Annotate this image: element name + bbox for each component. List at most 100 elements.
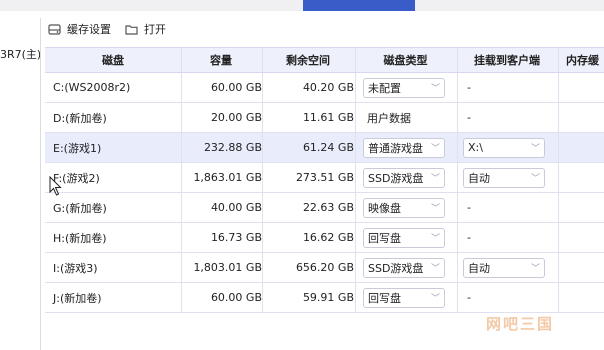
col-free-space[interactable]: 剩余空间 (262, 48, 354, 72)
chevron-down-icon: ﹀ (430, 294, 440, 304)
col-disk-type[interactable]: 磁盘类型 (355, 48, 456, 72)
free-space-value: 11.61 GB (302, 111, 354, 124)
mount-cell: - (463, 73, 555, 102)
chevron-down-icon: ﹀ (430, 234, 440, 244)
disk-name: H:(新加卷) (53, 231, 107, 245)
chevron-down-icon: ﹀ (430, 144, 440, 154)
active-tab-indicator[interactable] (303, 0, 415, 11)
cache-settings-label: 缓存设置 (67, 23, 111, 36)
disk-type-cell: 普通游戏盘 ﹀ (363, 133, 453, 162)
disk-type-select[interactable]: 普通游戏盘 ﹀ (363, 137, 445, 158)
disk-icon (48, 23, 61, 35)
free-space-value: 273.51 GB (295, 171, 354, 184)
disk-type-value: 用户数据 (367, 111, 411, 125)
col-memory-cache[interactable]: 内存缓 (558, 48, 604, 72)
disk-type-value: SSD游戏盘 (368, 171, 424, 185)
free-space-value: 16.62 GB (302, 231, 354, 244)
table-row[interactable]: F:(游戏2) 1,863.01 GB 273.51 GB SSD游戏盘 ﹀ 自动 ﹀ (45, 163, 604, 193)
chevron-down-icon: ﹀ (530, 264, 540, 274)
chevron-down-icon: ﹀ (430, 84, 440, 94)
disk-name: G:(新加卷) (53, 201, 107, 215)
watermark: 网吧三国 (486, 315, 555, 333)
mount-value: 自动 (468, 171, 490, 185)
free-space-value: 61.24 GB (302, 141, 354, 154)
disk-name: J:(新加卷) (53, 291, 102, 305)
free-space-value: 656.20 GB (295, 261, 354, 274)
cache-settings-button[interactable]: 缓存设置 (48, 21, 111, 37)
disk-name: I:(游戏3) (53, 261, 98, 275)
free-space-value: 22.63 GB (302, 201, 354, 214)
mount-cell: 自动 ﹀ (463, 253, 555, 282)
table-row[interactable]: C:(WS2008r2) 60.00 GB 40.20 GB 未配置 ﹀ - (45, 73, 604, 103)
chevron-down-icon: ﹀ (430, 264, 440, 274)
disk-name: E:(游戏1) (53, 141, 102, 155)
disk-type-select[interactable]: 回写盘 ﹀ (363, 287, 445, 308)
capacity-value: 1,863.01 GB (193, 171, 262, 184)
chevron-down-icon: ﹀ (430, 204, 440, 214)
disk-type-value: 普通游戏盘 (368, 141, 423, 155)
disk-table: 磁盘 容量 剩余空间 磁盘类型 挂载到客户端 内存缓 C:(WS2008r2) 6… (45, 47, 604, 313)
capacity-value: 16.73 GB (210, 231, 262, 244)
table-row[interactable]: J:(新加卷) 60.00 GB 59.91 GB 回写盘 ﹀ - (45, 283, 604, 313)
capacity-value: 20.00 GB (210, 111, 262, 124)
left-panel-divider (40, 18, 41, 350)
server-label[interactable]: 3R7(主) (0, 46, 41, 62)
mount-select[interactable]: X:\ ﹀ (463, 137, 545, 158)
free-space-value: 59.91 GB (302, 291, 354, 304)
disk-name: C:(WS2008r2) (53, 81, 131, 94)
table-row[interactable]: D:(新加卷) 20.00 GB 11.61 GB 用户数据 - (45, 103, 604, 133)
chevron-down-icon: ﹀ (530, 174, 540, 184)
disk-type-cell: 回写盘 ﹀ (363, 283, 453, 312)
disk-type-cell: 回写盘 ﹀ (363, 223, 453, 252)
col-mount-client[interactable]: 挂载到客户端 (457, 48, 557, 72)
capacity-value: 60.00 GB (210, 81, 262, 94)
disk-type-select[interactable]: 映像盘 ﹀ (363, 197, 445, 218)
table-row[interactable]: H:(新加卷) 16.73 GB 16.62 GB 回写盘 ﹀ - (45, 223, 604, 253)
disk-type-select[interactable]: SSD游戏盘 ﹀ (363, 167, 445, 188)
folder-icon (125, 24, 138, 35)
table-row[interactable]: G:(新加卷) 40.00 GB 22.63 GB 映像盘 ﹀ - (45, 193, 604, 223)
disk-type-value: SSD游戏盘 (368, 261, 424, 275)
open-label: 打开 (144, 23, 166, 36)
open-button[interactable]: 打开 (125, 21, 166, 37)
mount-value: - (467, 201, 471, 214)
table-row[interactable]: E:(游戏1) 232.88 GB 61.24 GB 普通游戏盘 ﹀ X:\ ﹀ (45, 133, 604, 163)
free-space-value: 40.20 GB (302, 81, 354, 94)
toolbar: 缓存设置 打开 (48, 20, 166, 38)
mount-value: 自动 (468, 261, 490, 275)
mount-cell: 自动 ﹀ (463, 163, 555, 192)
disk-type-select[interactable]: 回写盘 ﹀ (363, 227, 445, 248)
disk-type-value: 回写盘 (368, 231, 401, 245)
mount-value: - (467, 111, 471, 124)
disk-type-value: 映像盘 (368, 201, 401, 215)
mount-select[interactable]: 自动 ﹀ (463, 257, 545, 278)
disk-type-cell: 用户数据 (363, 103, 453, 132)
mount-value: - (467, 231, 471, 244)
mount-value: X:\ (468, 141, 483, 154)
mount-cell: X:\ ﹀ (463, 133, 555, 162)
top-bar (0, 0, 604, 11)
chevron-down-icon: ﹀ (430, 174, 440, 184)
disk-type-select[interactable]: 未配置 ﹀ (363, 77, 445, 98)
chevron-down-icon: ﹀ (530, 144, 540, 154)
capacity-value: 60.00 GB (210, 291, 262, 304)
disk-type-cell: SSD游戏盘 ﹀ (363, 253, 453, 282)
disk-type-cell: 映像盘 ﹀ (363, 193, 453, 222)
disk-type-value: 回写盘 (368, 291, 401, 305)
mount-value: - (467, 81, 471, 94)
col-capacity[interactable]: 容量 (181, 48, 261, 72)
mount-select[interactable]: 自动 ﹀ (463, 167, 545, 188)
disk-type-select[interactable]: SSD游戏盘 ﹀ (363, 257, 445, 278)
mount-value: - (467, 291, 471, 304)
disk-type-cell: 未配置 ﹀ (363, 73, 453, 102)
capacity-value: 40.00 GB (210, 201, 262, 214)
disk-name: D:(新加卷) (53, 111, 107, 125)
disk-name: F:(游戏2) (53, 171, 100, 185)
disk-type-cell: SSD游戏盘 ﹀ (363, 163, 453, 192)
col-disk[interactable]: 磁盘 (45, 48, 181, 72)
mount-cell: - (463, 223, 555, 252)
capacity-value: 1,803.01 GB (193, 261, 262, 274)
table-row[interactable]: I:(游戏3) 1,803.01 GB 656.20 GB SSD游戏盘 ﹀ 自动 ﹀ (45, 253, 604, 283)
mount-cell: - (463, 283, 555, 312)
mount-cell: - (463, 103, 555, 132)
